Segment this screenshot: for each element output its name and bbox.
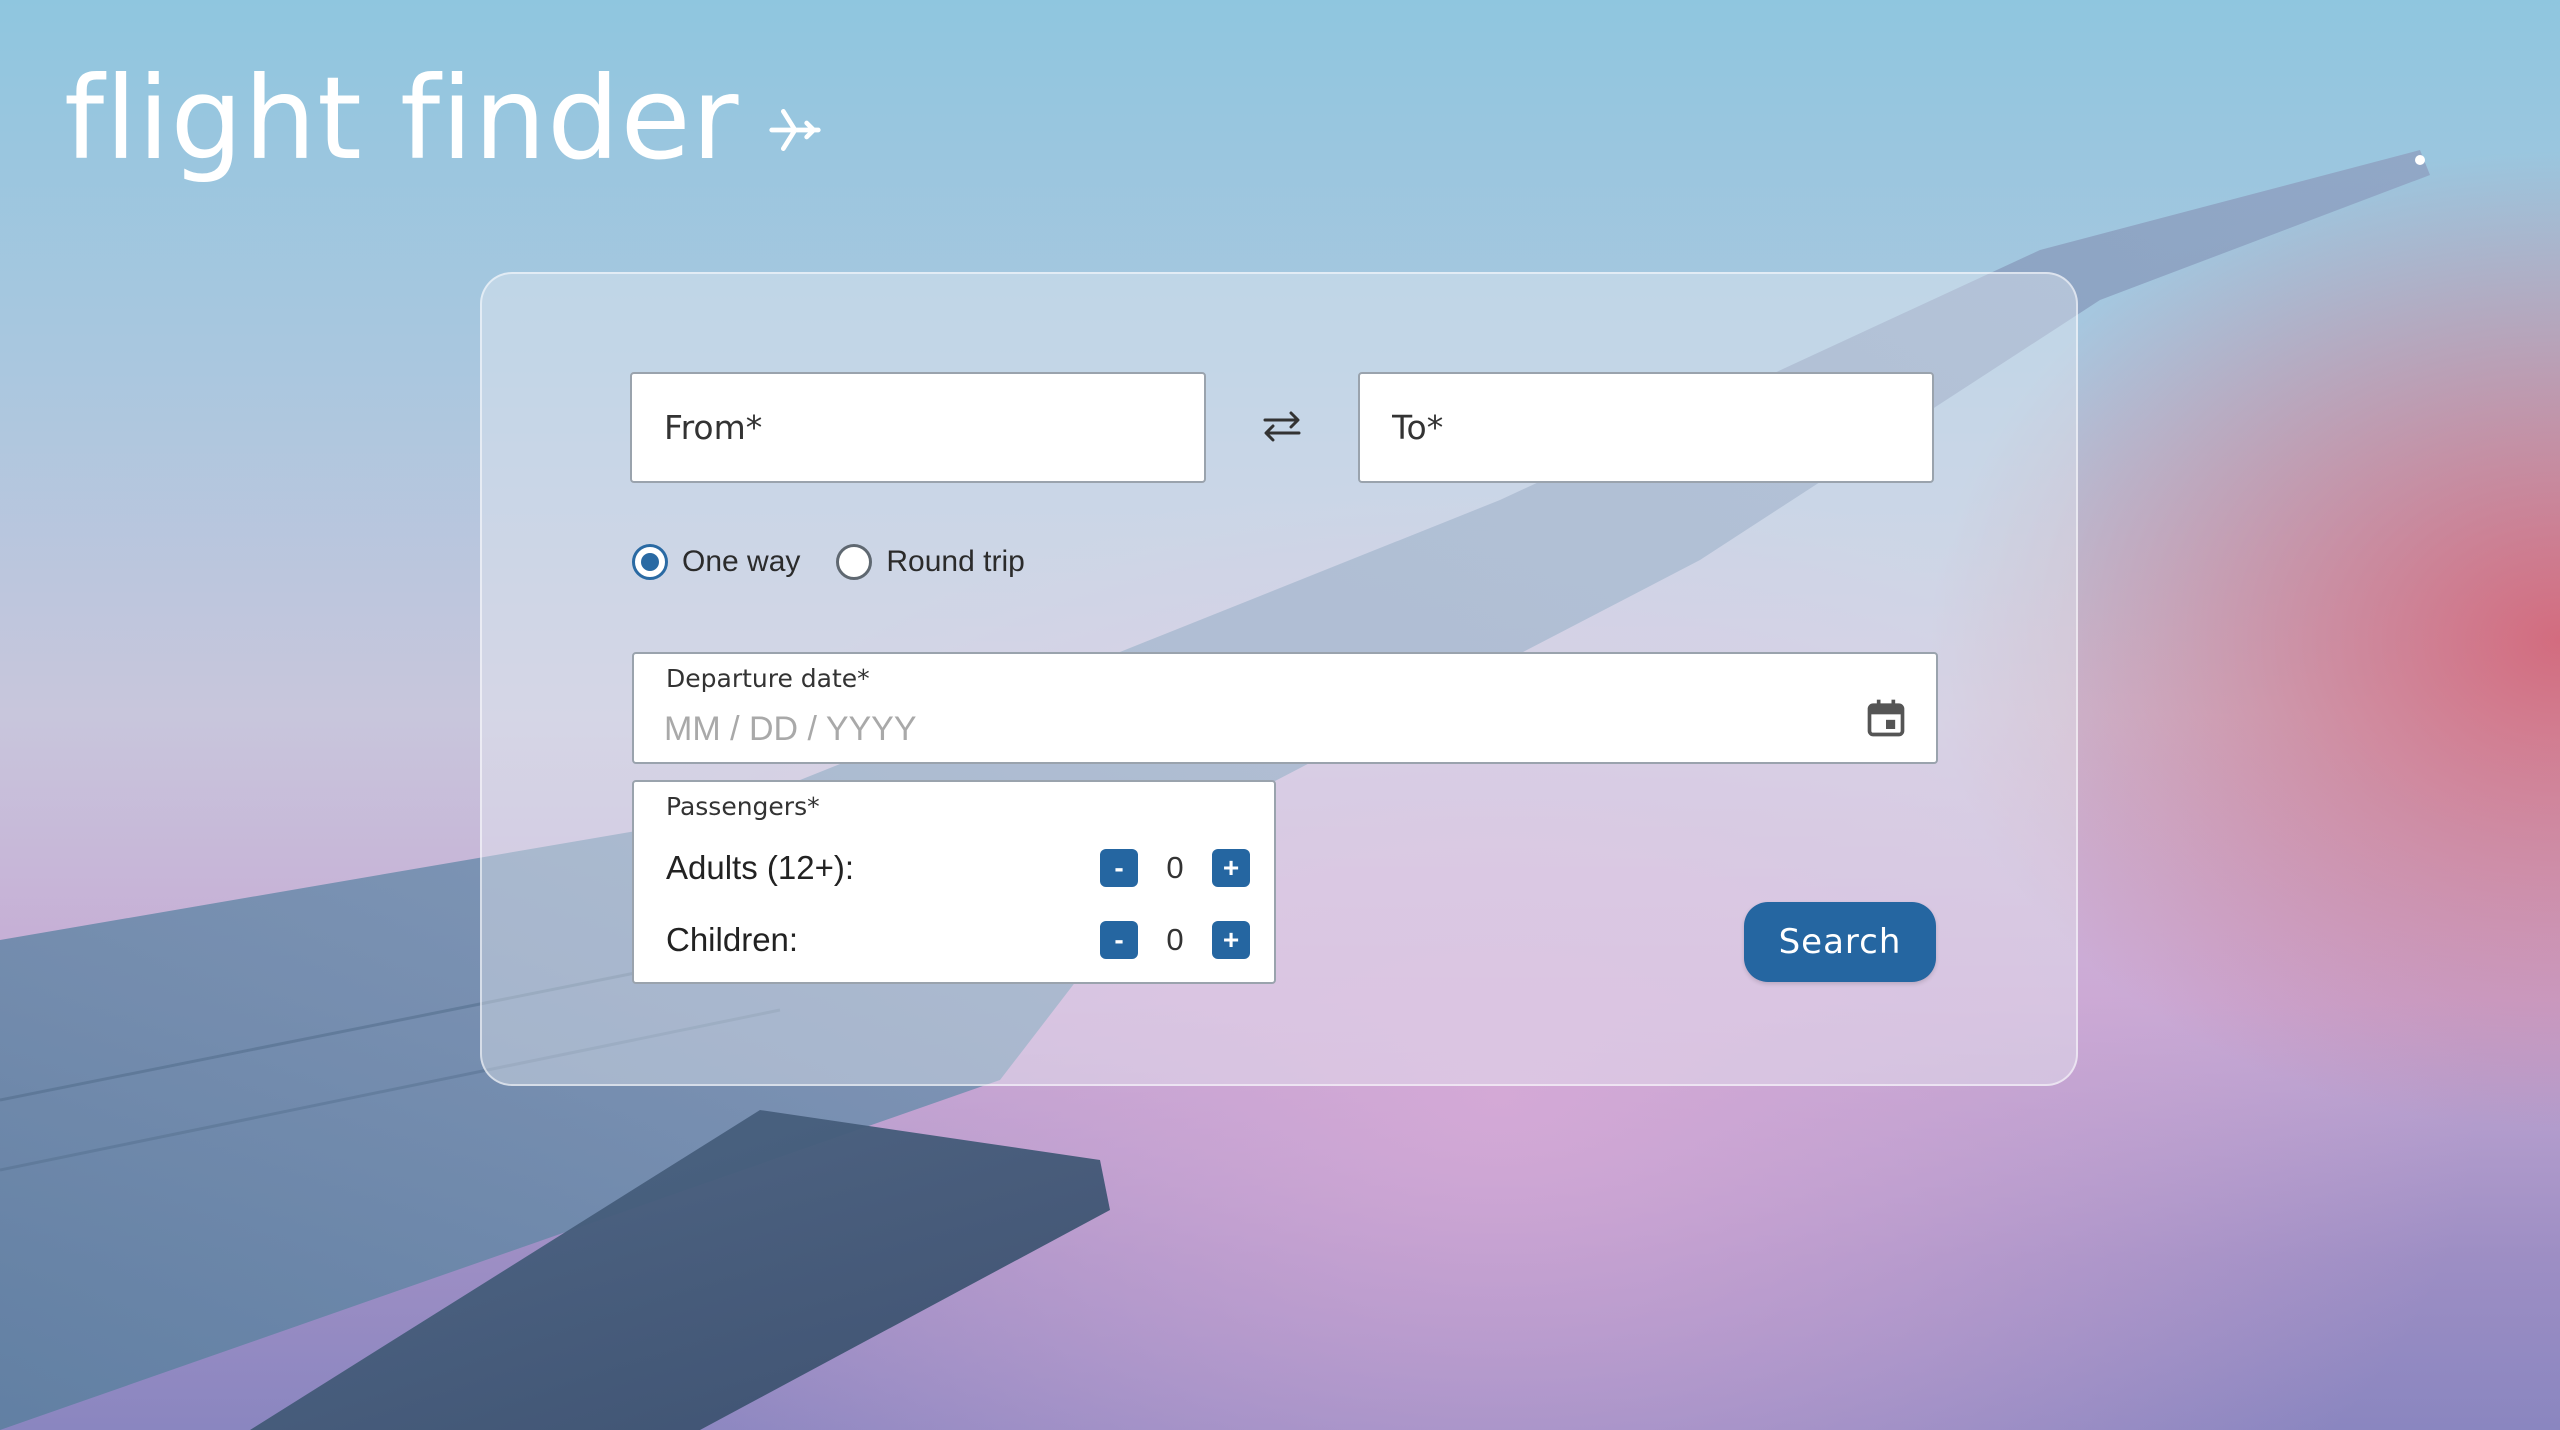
- search-button[interactable]: Search: [1744, 902, 1936, 982]
- swap-arrows-icon: [1263, 411, 1301, 442]
- children-count: 0: [1166, 922, 1184, 957]
- children-label: Children:: [666, 921, 799, 958]
- to-field[interactable]: [1358, 372, 1934, 483]
- app-title: flight finder: [64, 52, 740, 185]
- radio-unchecked-icon[interactable]: [836, 544, 873, 580]
- passengers-label: Passengers*: [666, 792, 820, 821]
- radio-label-one-way: One way: [682, 545, 801, 578]
- children-row: Children: - 0 +: [666, 918, 1250, 962]
- search-panel: One way Round trip Departure date* Passe…: [480, 272, 2078, 1086]
- radio-round-trip[interactable]: Round trip: [836, 544, 1025, 580]
- radio-one-way[interactable]: One way: [632, 544, 800, 580]
- children-stepper: - 0 +: [1100, 921, 1250, 959]
- adults-count: 0: [1166, 850, 1184, 885]
- adults-minus-button[interactable]: -: [1100, 849, 1138, 887]
- children-plus-button[interactable]: +: [1212, 921, 1250, 959]
- adults-plus-button[interactable]: +: [1212, 849, 1250, 887]
- departure-date-input[interactable]: [664, 706, 1814, 752]
- from-field[interactable]: [630, 372, 1206, 483]
- calendar-icon[interactable]: [1864, 696, 1908, 740]
- departure-date-label: Departure date*: [666, 664, 870, 693]
- app-logo: flight finder: [64, 62, 823, 176]
- trip-type-group: One way Round trip: [632, 544, 1025, 580]
- radio-checked-icon[interactable]: [632, 544, 668, 580]
- adults-row: Adults (12+): - 0 +: [666, 846, 1250, 890]
- passengers-field: Passengers* Adults (12+): - 0 + Children…: [632, 780, 1276, 984]
- radio-label-round-trip: Round trip: [886, 545, 1025, 578]
- children-minus-button[interactable]: -: [1100, 921, 1138, 959]
- adults-stepper: - 0 +: [1100, 849, 1250, 887]
- to-input[interactable]: [1360, 374, 1932, 481]
- adults-label: Adults (12+):: [666, 849, 855, 886]
- from-input[interactable]: [632, 374, 1204, 481]
- departure-date-field[interactable]: Departure date*: [632, 652, 1938, 764]
- swap-button[interactable]: [1252, 396, 1312, 456]
- airplane-icon: [769, 109, 822, 152]
